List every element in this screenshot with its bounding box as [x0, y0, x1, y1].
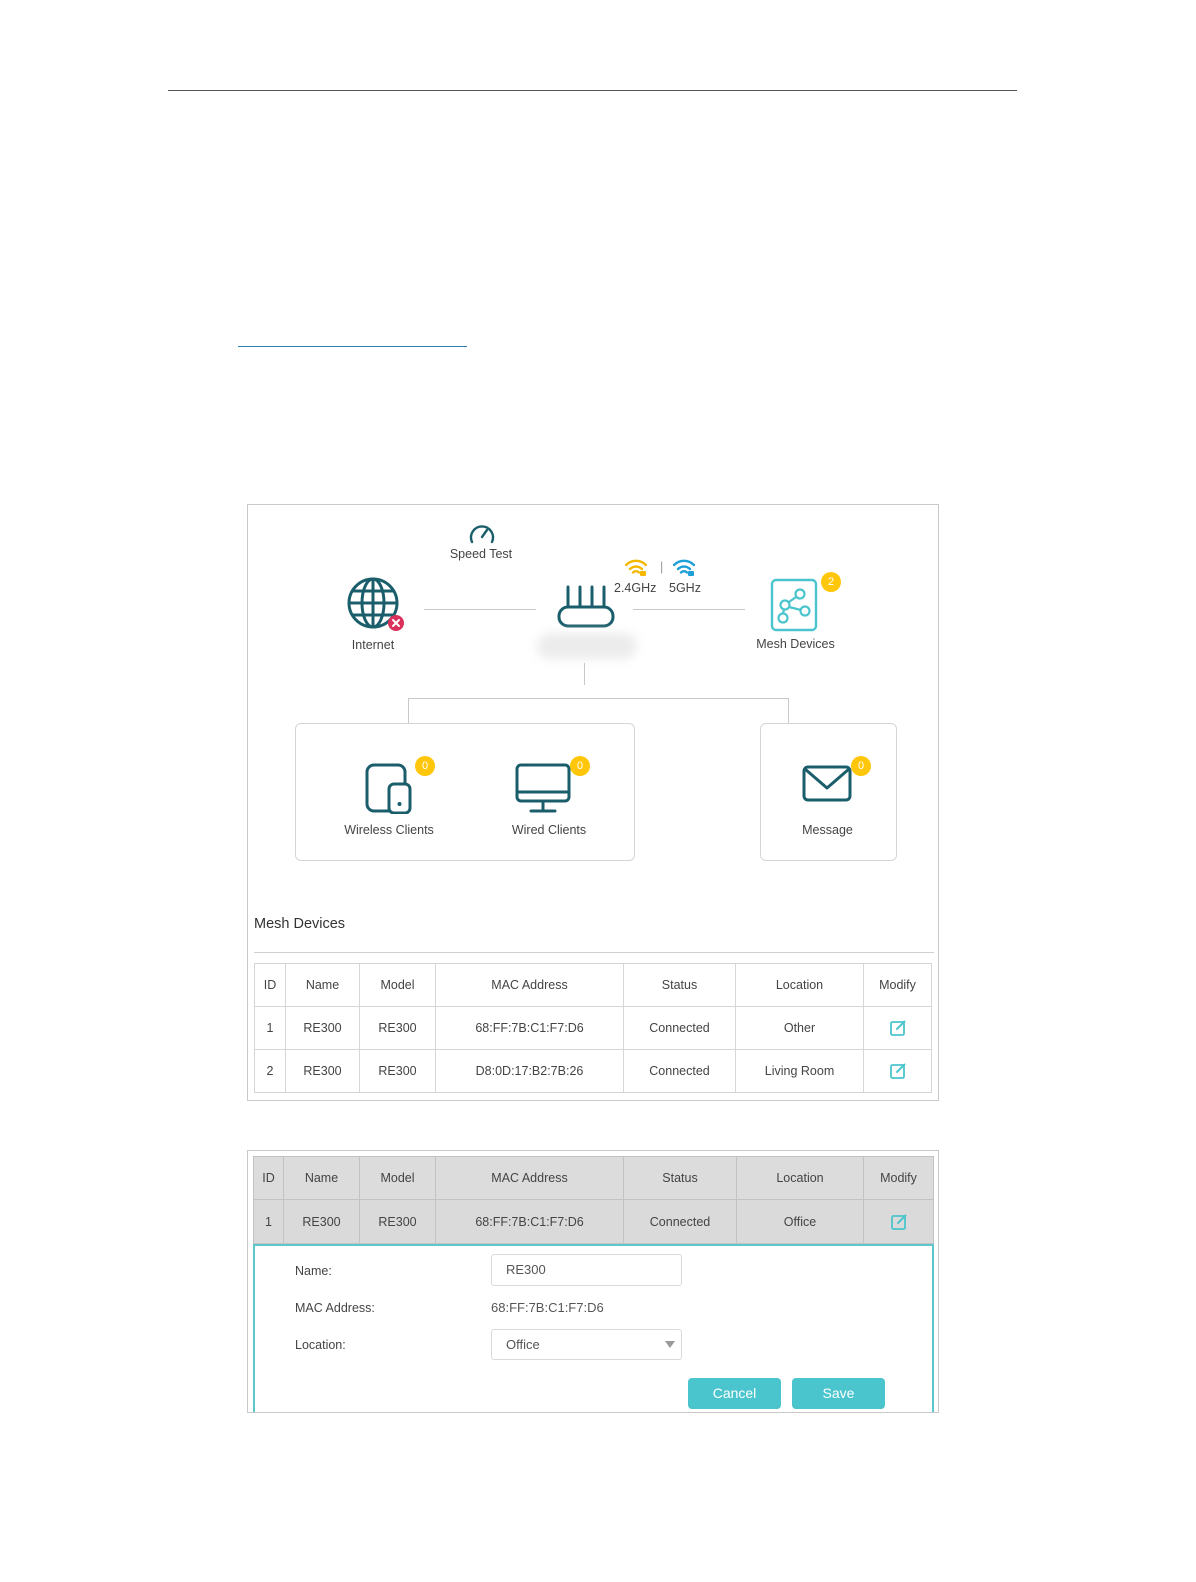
- wired-clients-label: Wired Clients: [511, 823, 587, 837]
- message-card[interactable]: 0 Message: [760, 723, 897, 861]
- mesh-devices-node[interactable]: 2 Mesh Devices: [748, 571, 843, 655]
- cell-mac: 68:FF:7B:C1:F7:D6: [436, 1200, 624, 1244]
- speed-test-icon: [469, 525, 495, 544]
- location-select-value: Office: [506, 1337, 540, 1352]
- cell-model: RE300: [360, 1007, 436, 1050]
- band-5-label: 5GHz: [669, 581, 701, 595]
- col-header-id: ID: [254, 963, 286, 1007]
- band-separator: |: [660, 560, 664, 574]
- connector-internet-router: [424, 609, 536, 610]
- cell-model: RE300: [360, 1200, 436, 1244]
- col-header-model: Model: [360, 1156, 436, 1200]
- envelope-icon: [802, 765, 852, 802]
- connector-branch: [408, 698, 788, 699]
- band-24-label: 2.4GHz: [614, 581, 657, 595]
- mesh-devices-section-title: Mesh Devices: [254, 916, 346, 932]
- cell-name: RE300: [286, 1007, 360, 1050]
- name-input[interactable]: RE300: [491, 1254, 682, 1286]
- col-header-model: Model: [360, 963, 436, 1007]
- cell-mac: D8:0D:17:B2:7B:26: [436, 1050, 624, 1093]
- table-row: 2 RE300 RE300 D8:0D:17:B2:7B:26 Connecte…: [254, 1050, 932, 1093]
- mesh-devices-table: ID Name Model MAC Address Status Locatio…: [254, 963, 932, 1093]
- internet-label: Internet: [351, 638, 395, 652]
- edit-icon[interactable]: [889, 1062, 907, 1080]
- monitor-icon: [515, 763, 571, 813]
- network-map-screenshot: Speed Test Internet | 2.4GHz 5GHz 2 Mesh…: [247, 504, 939, 1101]
- col-header-status: Status: [624, 963, 736, 1007]
- cell-location: Living Room: [736, 1050, 864, 1093]
- page-top-rule: [168, 90, 1017, 91]
- col-header-location: Location: [736, 963, 864, 1007]
- mesh-devices-count-badge: 2: [821, 572, 841, 592]
- col-header-location: Location: [737, 1156, 864, 1200]
- message-label: Message: [802, 823, 853, 837]
- router-icon: [557, 585, 615, 628]
- cell-modify: [864, 1200, 934, 1244]
- link-underline: [238, 346, 467, 347]
- cell-mac: 68:FF:7B:C1:F7:D6: [436, 1007, 624, 1050]
- router-name-blurred: [537, 633, 637, 659]
- wifi-bands: | 2.4GHz 5GHz: [610, 559, 720, 599]
- cell-modify: [864, 1050, 932, 1093]
- edit-icon[interactable]: [889, 1019, 907, 1037]
- wifi-icon: [625, 559, 647, 576]
- speed-test-button[interactable]: Speed Test: [443, 521, 519, 565]
- mesh-devices-edit-table: ID Name Model MAC Address Status Locatio…: [253, 1156, 934, 1244]
- cell-name: RE300: [286, 1050, 360, 1093]
- save-button[interactable]: Save: [792, 1378, 885, 1409]
- wired-clients-count-badge: 0: [570, 756, 590, 776]
- cell-id: 1: [254, 1007, 286, 1050]
- cell-modify: [864, 1007, 932, 1050]
- wireless-clients-button[interactable]: 0 Wireless Clients: [326, 756, 452, 844]
- table-row-selected: 1 RE300 RE300 68:FF:7B:C1:F7:D6 Connecte…: [253, 1200, 934, 1244]
- mesh-icon: [770, 578, 818, 632]
- table-row: 1 RE300 RE300 68:FF:7B:C1:F7:D6 Connecte…: [254, 1007, 932, 1050]
- table-header-row: ID Name Model MAC Address Status Locatio…: [253, 1156, 934, 1200]
- cell-status: Connected: [624, 1050, 736, 1093]
- edit-icon[interactable]: [890, 1213, 908, 1231]
- clients-card: 0 Wireless Clients 0 Wired Clients: [295, 723, 635, 861]
- cell-location: Other: [736, 1007, 864, 1050]
- table-header-row: ID Name Model MAC Address Status Locatio…: [254, 963, 932, 1007]
- section-divider: [254, 952, 934, 953]
- cell-status: Connected: [624, 1200, 737, 1244]
- wired-clients-button[interactable]: 0 Wired Clients: [486, 756, 612, 844]
- wireless-clients-count-badge: 0: [415, 756, 435, 776]
- connector-branch-left: [408, 698, 409, 724]
- col-header-mac: MAC Address: [436, 963, 624, 1007]
- cell-location: Office: [737, 1200, 864, 1244]
- connector-router-mesh: [633, 609, 745, 610]
- edit-mesh-device-screenshot: ID Name Model MAC Address Status Locatio…: [247, 1150, 939, 1413]
- connector-router-down: [584, 663, 585, 685]
- cancel-button[interactable]: Cancel: [688, 1378, 781, 1409]
- cell-name: RE300: [284, 1200, 360, 1244]
- col-header-modify: Modify: [864, 963, 932, 1007]
- col-header-mac: MAC Address: [436, 1156, 624, 1200]
- message-count-badge: 0: [851, 756, 871, 776]
- mesh-devices-label: Mesh Devices: [756, 637, 835, 651]
- name-field-label: Name:: [295, 1264, 332, 1278]
- col-header-status: Status: [624, 1156, 737, 1200]
- cell-id: 1: [253, 1200, 284, 1244]
- speed-test-label: Speed Test: [449, 547, 513, 561]
- location-select[interactable]: Office: [491, 1329, 682, 1360]
- cell-model: RE300: [360, 1050, 436, 1093]
- disconnected-icon: [388, 615, 404, 631]
- col-header-name: Name: [286, 963, 360, 1007]
- col-header-modify: Modify: [864, 1156, 934, 1200]
- col-header-name: Name: [284, 1156, 360, 1200]
- wireless-clients-label: Wireless Clients: [344, 823, 434, 837]
- tablet-phone-icon: [365, 763, 412, 814]
- cell-status: Connected: [624, 1007, 736, 1050]
- location-field-label: Location:: [295, 1338, 346, 1352]
- cell-id: 2: [254, 1050, 286, 1093]
- connector-branch-right: [788, 698, 789, 724]
- col-header-id: ID: [253, 1156, 284, 1200]
- internet-node[interactable]: Internet: [343, 575, 404, 657]
- wifi-icon: [673, 559, 695, 576]
- mac-field-label: MAC Address:: [295, 1301, 375, 1315]
- edit-form: Name: RE300 MAC Address: 68:FF:7B:C1:F7:…: [253, 1244, 934, 1412]
- dropdown-caret-icon: [665, 1341, 675, 1348]
- mac-value: 68:FF:7B:C1:F7:D6: [491, 1300, 604, 1315]
